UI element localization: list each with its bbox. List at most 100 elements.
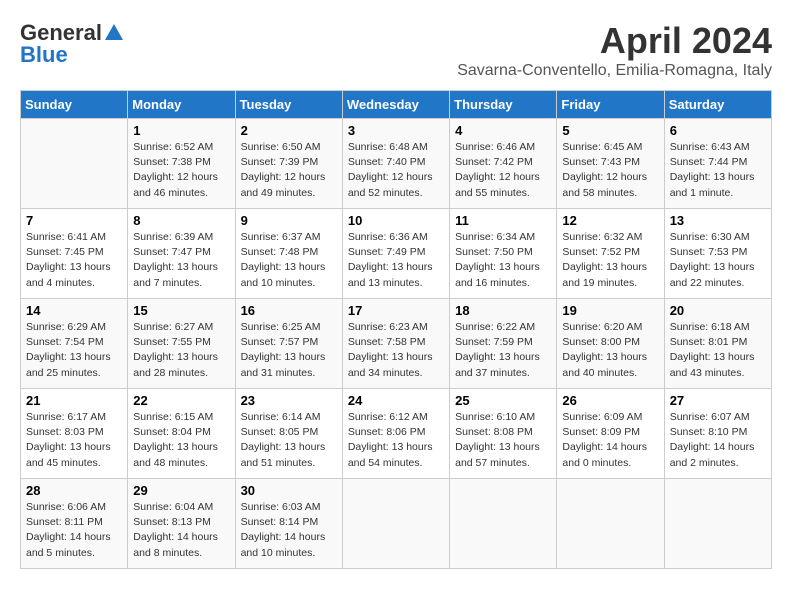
calendar-header-sunday: Sunday: [21, 91, 128, 119]
calendar-cell: 10 Sunrise: 6:36 AM Sunset: 7:49 PM Dayli…: [342, 209, 449, 299]
day-number: 26: [562, 393, 658, 408]
calendar-body: 1 Sunrise: 6:52 AM Sunset: 7:38 PM Daylig…: [21, 119, 772, 569]
calendar-cell: 14Sunrise: 6:29 AM Sunset: 7:54 PM Dayli…: [21, 299, 128, 389]
day-info: Sunrise: 6:14 AM Sunset: 8:05 PM Dayligh…: [241, 410, 337, 471]
day-info: Sunrise: 6:07 AM Sunset: 8:10 PM Dayligh…: [670, 410, 766, 471]
calendar-cell: 5 Sunrise: 6:45 AM Sunset: 7:43 PM Daylig…: [557, 119, 664, 209]
day-number: 1: [133, 123, 229, 138]
logo-blue: Blue: [20, 42, 68, 68]
calendar-cell: 3 Sunrise: 6:48 AM Sunset: 7:40 PM Daylig…: [342, 119, 449, 209]
logo-icon: [103, 22, 125, 44]
day-number: 20: [670, 303, 766, 318]
day-info: Sunrise: 6:48 AM Sunset: 7:40 PM Dayligh…: [348, 140, 444, 201]
calendar-cell: 1 Sunrise: 6:52 AM Sunset: 7:38 PM Daylig…: [128, 119, 235, 209]
calendar-cell: 28 Sunrise: 6:06 AM Sunset: 8:11 PM Dayli…: [21, 479, 128, 569]
calendar-week-5: 28 Sunrise: 6:06 AM Sunset: 8:11 PM Dayli…: [21, 479, 772, 569]
day-number: 28: [26, 483, 122, 498]
calendar-cell: [21, 119, 128, 209]
calendar-header-friday: Friday: [557, 91, 664, 119]
calendar-cell: 6 Sunrise: 6:43 AM Sunset: 7:44 PM Daylig…: [664, 119, 771, 209]
logo: General Blue: [20, 20, 126, 68]
day-info: Sunrise: 6:52 AM Sunset: 7:38 PM Dayligh…: [133, 140, 229, 201]
day-info: Sunrise: 6:06 AM Sunset: 8:11 PM Dayligh…: [26, 500, 122, 561]
day-number: 10: [348, 213, 444, 228]
day-info: Sunrise: 6:45 AM Sunset: 7:43 PM Dayligh…: [562, 140, 658, 201]
day-info: Sunrise: 6:50 AM Sunset: 7:39 PM Dayligh…: [241, 140, 337, 201]
day-info: Sunrise: 6:46 AM Sunset: 7:42 PM Dayligh…: [455, 140, 551, 201]
day-info: Sunrise: 6:12 AM Sunset: 8:06 PM Dayligh…: [348, 410, 444, 471]
day-info: Sunrise: 6:25 AM Sunset: 7:57 PM Dayligh…: [241, 320, 337, 381]
calendar-cell: 27 Sunrise: 6:07 AM Sunset: 8:10 PM Dayli…: [664, 389, 771, 479]
day-info: Sunrise: 6:17 AM Sunset: 8:03 PM Dayligh…: [26, 410, 122, 471]
location-title: Savarna-Conventello, Emilia-Romagna, Ita…: [457, 62, 772, 80]
calendar-cell: 17 Sunrise: 6:23 AM Sunset: 7:58 PM Dayli…: [342, 299, 449, 389]
day-info: Sunrise: 6:23 AM Sunset: 7:58 PM Dayligh…: [348, 320, 444, 381]
day-number: 13: [670, 213, 766, 228]
day-info: Sunrise: 6:37 AM Sunset: 7:48 PM Dayligh…: [241, 230, 337, 291]
calendar-cell: 21 Sunrise: 6:17 AM Sunset: 8:03 PM Dayli…: [21, 389, 128, 479]
day-number: 4: [455, 123, 551, 138]
calendar-week-3: 14Sunrise: 6:29 AM Sunset: 7:54 PM Dayli…: [21, 299, 772, 389]
calendar-cell: [664, 479, 771, 569]
calendar-cell: 23 Sunrise: 6:14 AM Sunset: 8:05 PM Dayli…: [235, 389, 342, 479]
calendar-cell: 18 Sunrise: 6:22 AM Sunset: 7:59 PM Dayli…: [450, 299, 557, 389]
day-info: Sunrise: 6:34 AM Sunset: 7:50 PM Dayligh…: [455, 230, 551, 291]
day-info: Sunrise: 6:03 AM Sunset: 8:14 PM Dayligh…: [241, 500, 337, 561]
month-title: April 2024: [457, 20, 772, 62]
day-number: 30: [241, 483, 337, 498]
day-info: Sunrise: 6:39 AM Sunset: 7:47 PM Dayligh…: [133, 230, 229, 291]
day-number: 15: [133, 303, 229, 318]
calendar-week-1: 1 Sunrise: 6:52 AM Sunset: 7:38 PM Daylig…: [21, 119, 772, 209]
calendar-cell: [450, 479, 557, 569]
calendar-table: SundayMondayTuesdayWednesdayThursdayFrid…: [20, 90, 772, 569]
day-info: Sunrise: 6:32 AM Sunset: 7:52 PM Dayligh…: [562, 230, 658, 291]
day-info: Sunrise: 6:27 AM Sunset: 7:55 PM Dayligh…: [133, 320, 229, 381]
calendar-header-thursday: Thursday: [450, 91, 557, 119]
day-number: 6: [670, 123, 766, 138]
day-number: 17: [348, 303, 444, 318]
day-number: 3: [348, 123, 444, 138]
day-number: 7: [26, 213, 122, 228]
day-info: Sunrise: 6:22 AM Sunset: 7:59 PM Dayligh…: [455, 320, 551, 381]
calendar-cell: 29Sunrise: 6:04 AM Sunset: 8:13 PM Dayli…: [128, 479, 235, 569]
day-number: 22: [133, 393, 229, 408]
day-number: 21: [26, 393, 122, 408]
calendar-cell: [342, 479, 449, 569]
day-info: Sunrise: 6:09 AM Sunset: 8:09 PM Dayligh…: [562, 410, 658, 471]
day-number: 5: [562, 123, 658, 138]
day-number: 23: [241, 393, 337, 408]
day-info: Sunrise: 6:20 AM Sunset: 8:00 PM Dayligh…: [562, 320, 658, 381]
calendar-cell: 15 Sunrise: 6:27 AM Sunset: 7:55 PM Dayli…: [128, 299, 235, 389]
day-number: 18: [455, 303, 551, 318]
day-info: Sunrise: 6:10 AM Sunset: 8:08 PM Dayligh…: [455, 410, 551, 471]
calendar-cell: 22 Sunrise: 6:15 AM Sunset: 8:04 PM Dayli…: [128, 389, 235, 479]
calendar-cell: 4 Sunrise: 6:46 AM Sunset: 7:42 PM Daylig…: [450, 119, 557, 209]
day-info: Sunrise: 6:36 AM Sunset: 7:49 PM Dayligh…: [348, 230, 444, 291]
day-number: 27: [670, 393, 766, 408]
calendar-header-saturday: Saturday: [664, 91, 771, 119]
calendar-header-wednesday: Wednesday: [342, 91, 449, 119]
calendar-cell: [557, 479, 664, 569]
calendar-header-tuesday: Tuesday: [235, 91, 342, 119]
calendar-cell: 16 Sunrise: 6:25 AM Sunset: 7:57 PM Dayli…: [235, 299, 342, 389]
day-info: Sunrise: 6:41 AM Sunset: 7:45 PM Dayligh…: [26, 230, 122, 291]
calendar-cell: 20Sunrise: 6:18 AM Sunset: 8:01 PM Dayli…: [664, 299, 771, 389]
day-number: 29: [133, 483, 229, 498]
day-number: 2: [241, 123, 337, 138]
day-number: 19: [562, 303, 658, 318]
calendar-cell: 8 Sunrise: 6:39 AM Sunset: 7:47 PM Daylig…: [128, 209, 235, 299]
calendar-cell: 26 Sunrise: 6:09 AM Sunset: 8:09 PM Dayli…: [557, 389, 664, 479]
calendar-cell: 11 Sunrise: 6:34 AM Sunset: 7:50 PM Dayli…: [450, 209, 557, 299]
calendar-week-4: 21 Sunrise: 6:17 AM Sunset: 8:03 PM Dayli…: [21, 389, 772, 479]
calendar-cell: 19 Sunrise: 6:20 AM Sunset: 8:00 PM Dayli…: [557, 299, 664, 389]
day-info: Sunrise: 6:15 AM Sunset: 8:04 PM Dayligh…: [133, 410, 229, 471]
calendar-cell: 30 Sunrise: 6:03 AM Sunset: 8:14 PM Dayli…: [235, 479, 342, 569]
day-number: 8: [133, 213, 229, 228]
day-number: 9: [241, 213, 337, 228]
day-number: 16: [241, 303, 337, 318]
calendar-cell: 13Sunrise: 6:30 AM Sunset: 7:53 PM Dayli…: [664, 209, 771, 299]
day-info: Sunrise: 6:43 AM Sunset: 7:44 PM Dayligh…: [670, 140, 766, 201]
day-number: 11: [455, 213, 551, 228]
calendar-week-2: 7 Sunrise: 6:41 AM Sunset: 7:45 PM Daylig…: [21, 209, 772, 299]
title-block: April 2024 Savarna-Conventello, Emilia-R…: [457, 20, 772, 80]
